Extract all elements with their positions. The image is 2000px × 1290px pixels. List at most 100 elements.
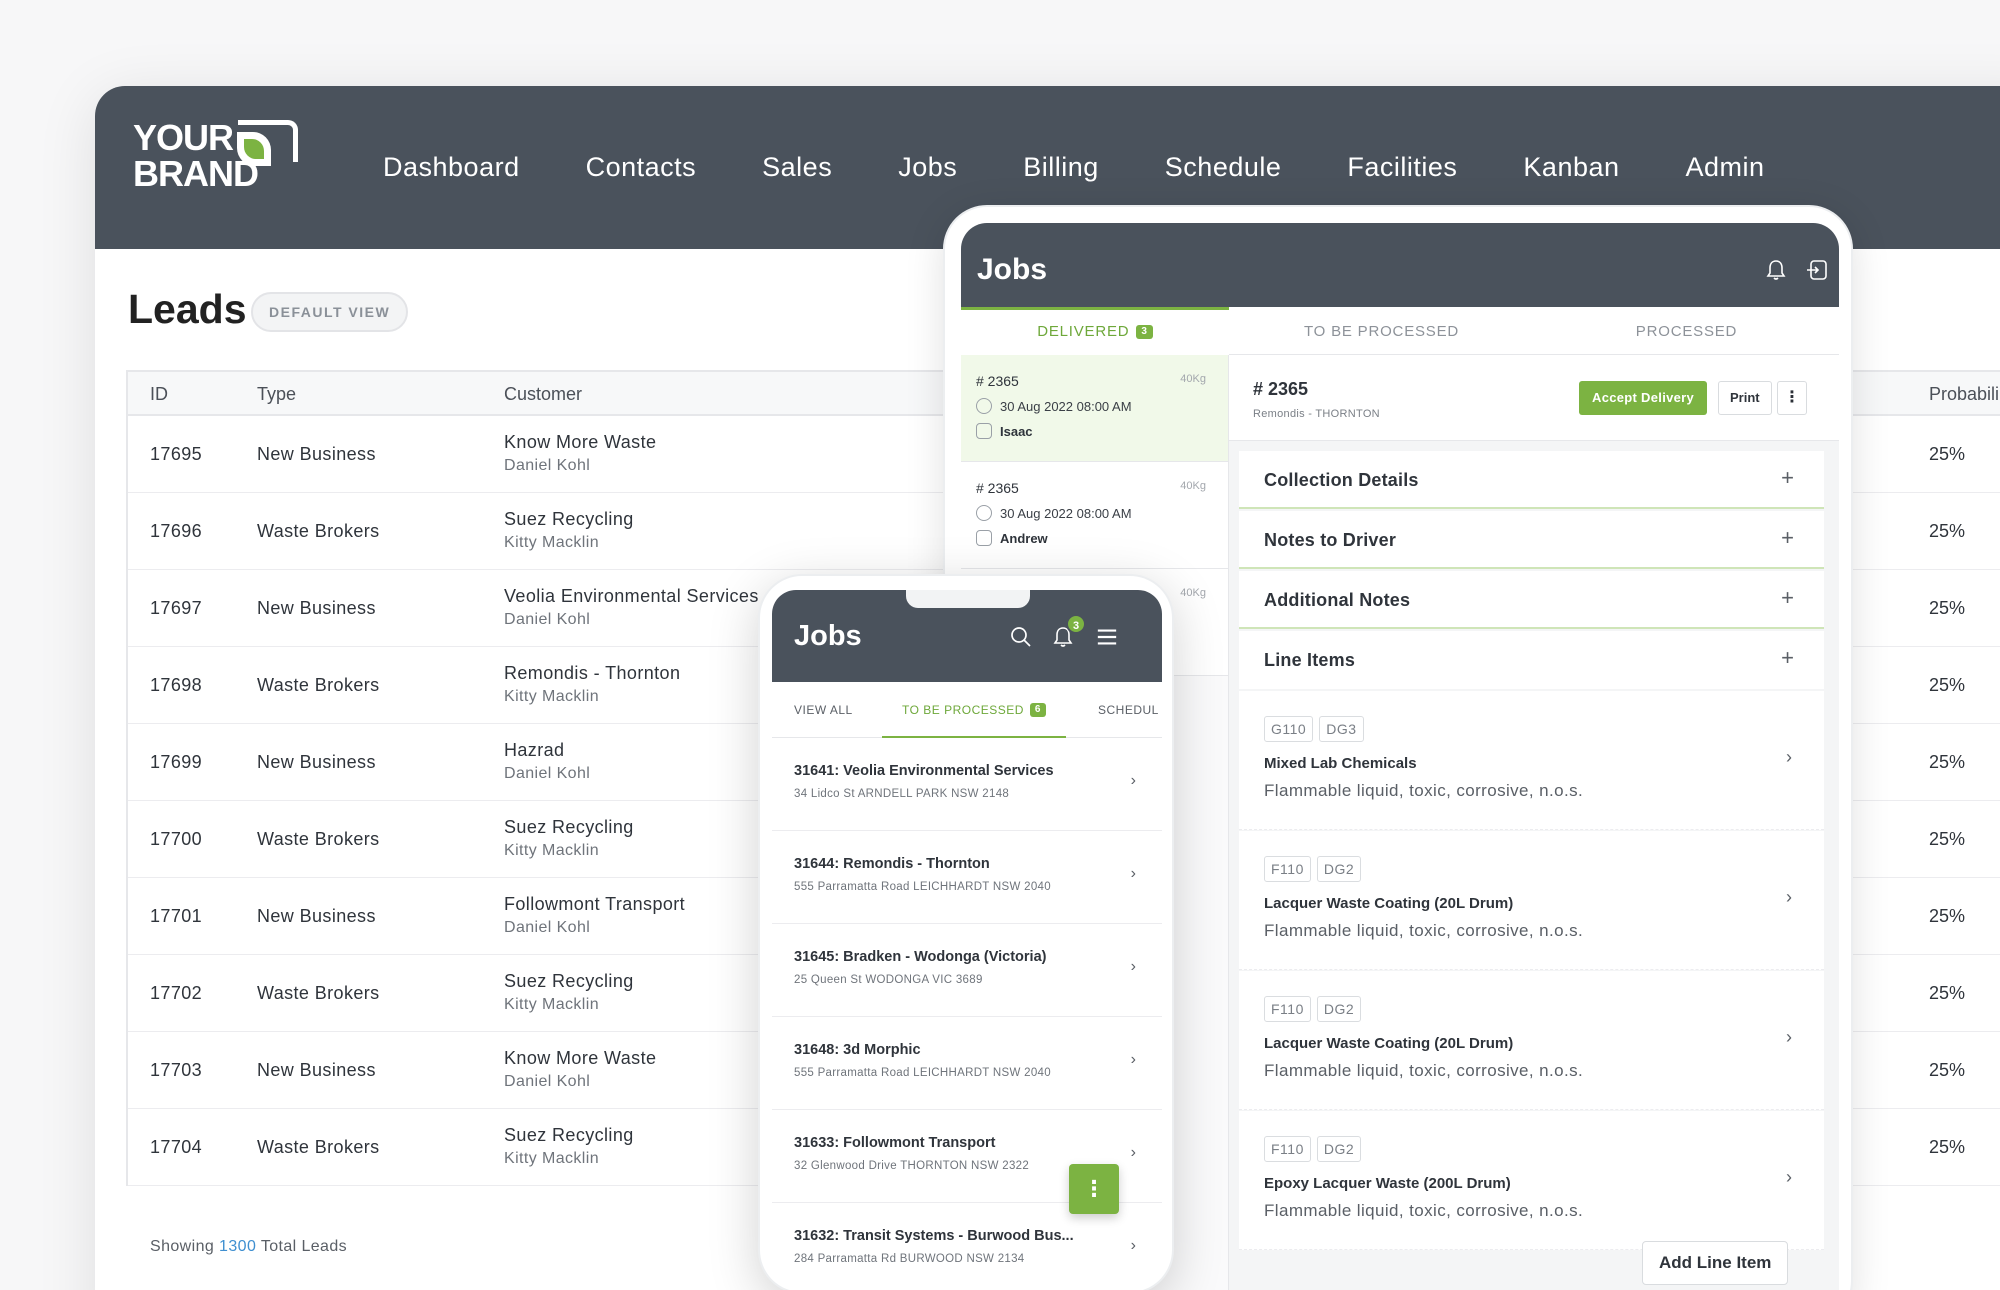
lead-customer-cell: Suez Recycling Kitty Macklin [504, 970, 634, 1016]
bell-icon[interactable] [1766, 259, 1786, 281]
expand-plus-icon[interactable]: + [1781, 585, 1794, 611]
section-line-items[interactable]: Line Items + [1239, 631, 1824, 689]
lead-probability: 25% [1929, 752, 1966, 772]
dg-class-tag: DG2 [1316, 996, 1362, 1022]
add-line-item-button[interactable]: Add Line Item [1642, 1241, 1789, 1285]
lead-customer-name[interactable]: Know More Waste [504, 431, 656, 454]
lead-id: 17698 [150, 675, 203, 695]
section-collection-details[interactable]: Collection Details + [1239, 451, 1824, 509]
floating-action-button[interactable]: ⋮ [1069, 1164, 1119, 1214]
lead-customer-name[interactable]: Hazrad [504, 739, 590, 762]
lead-contact-name: Daniel Kohl [504, 611, 591, 628]
lead-probability: 25% [1929, 1137, 1966, 1157]
chevron-right-icon: › [1786, 1167, 1792, 1187]
tab-schedule[interactable]: SCHEDUL [1098, 682, 1159, 738]
job-list-item[interactable]: 31645: Bradken - Wodonga (Victoria) 25 Qu… [772, 924, 1162, 1017]
phone-notch [906, 590, 1030, 608]
delivery-list-item[interactable]: # 2365 40Kg 30 Aug 2022 08:00 AM Isaac [961, 355, 1228, 462]
tab-delivered[interactable]: DELIVERED 3 [961, 307, 1229, 355]
delivery-detail-panel: # 2365 Remondis - THORNTON Accept Delive… [1229, 355, 1839, 1290]
lead-probability: 25% [1929, 444, 1966, 464]
lead-probability: 25% [1929, 521, 1966, 541]
nav-kanban[interactable]: Kanban [1523, 152, 1619, 183]
section-label: Additional Notes [1264, 590, 1411, 610]
job-list-item[interactable]: 31641: Veolia Environmental Services 34 L… [772, 738, 1162, 831]
job-title: 31648: 3d Morphic [794, 1042, 921, 1058]
column-header-probability[interactable]: Probabili [1929, 384, 1999, 405]
nav-sales[interactable]: Sales [762, 152, 832, 183]
lead-customer-name[interactable]: Followmont Transport [504, 893, 685, 916]
brand-logo[interactable]: YOUR BRAND [133, 120, 303, 220]
expand-plus-icon[interactable]: + [1781, 645, 1794, 671]
phone-screen: Jobs 3 VIEW ALL TO BE PROCESSED 6 SCHEDU… [772, 590, 1162, 1280]
nav-schedule[interactable]: Schedule [1165, 152, 1282, 183]
dg-class-tag: DG2 [1316, 856, 1362, 882]
tab-processed[interactable]: PROCESSED [1534, 307, 1839, 355]
lead-type: Waste Brokers [257, 675, 380, 695]
column-header-id[interactable]: ID [150, 384, 168, 405]
logout-icon[interactable] [1806, 259, 1828, 281]
nav-billing[interactable]: Billing [1023, 152, 1099, 183]
tablet-title: Jobs [977, 253, 1048, 286]
tab-to-be-processed-count: 6 [1029, 703, 1046, 717]
column-header-type[interactable]: Type [257, 384, 296, 405]
tab-to-be-processed-label: TO BE PROCESSED [902, 703, 1024, 717]
line-item-tags: F110 DG2 [1264, 856, 1362, 882]
line-item[interactable]: F110 DG2 Lacquer Waste Coating (20L Drum… [1239, 971, 1824, 1110]
lead-customer-name[interactable]: Suez Recycling [504, 508, 634, 531]
lead-contact-name: Kitty Macklin [504, 1150, 599, 1167]
line-item-name: Epoxy Lacquer Waste (200L Drum) [1264, 1175, 1511, 1192]
accept-delivery-button[interactable]: Accept Delivery [1579, 381, 1708, 415]
job-list-item[interactable]: 31632: Transit Systems - Burwood Bus... 2… [772, 1203, 1162, 1280]
lead-customer-name[interactable]: Suez Recycling [504, 816, 634, 839]
nav-jobs[interactable]: Jobs [898, 152, 957, 183]
total-leads-count[interactable]: 1300 [219, 1238, 256, 1255]
job-list-item[interactable]: 31644: Remondis - Thornton 555 Parramatta… [772, 831, 1162, 924]
lead-customer-name[interactable]: Know More Waste [504, 1047, 656, 1070]
chevron-right-icon: › [1130, 1237, 1136, 1254]
job-title: 31641: Veolia Environmental Services [794, 763, 1054, 779]
brand-wordmark: YOUR BRAND [133, 120, 259, 192]
section-notes-to-driver[interactable]: Notes to Driver + [1239, 511, 1824, 569]
search-icon[interactable] [1010, 626, 1032, 648]
column-header-customer[interactable]: Customer [504, 384, 582, 405]
lead-id: 17703 [150, 1060, 203, 1080]
tablet-tabs: DELIVERED 3 TO BE PROCESSED PROCESSED [961, 307, 1839, 355]
view-selector-badge[interactable]: DEFAULT VIEW [251, 292, 409, 332]
lead-probability: 25% [1929, 598, 1966, 618]
expand-plus-icon[interactable]: + [1781, 525, 1794, 551]
hamburger-menu-icon[interactable] [1096, 626, 1118, 648]
chevron-right-icon: › [1130, 772, 1136, 789]
tab-to-be-processed[interactable]: TO BE PROCESSED [1229, 307, 1534, 355]
tab-to-be-processed[interactable]: TO BE PROCESSED 6 [882, 682, 1066, 738]
nav-contacts[interactable]: Contacts [586, 152, 697, 183]
line-item[interactable]: F110 DG2 Lacquer Waste Coating (20L Drum… [1239, 831, 1824, 970]
tab-view-all[interactable]: VIEW ALL [794, 682, 853, 738]
chevron-right-icon: › [1130, 1144, 1136, 1161]
lead-customer-name[interactable]: Suez Recycling [504, 1124, 634, 1147]
job-title: 31633: Followmont Transport [794, 1135, 996, 1151]
lead-id: 17695 [150, 444, 203, 464]
lead-customer-name[interactable]: Suez Recycling [504, 970, 634, 993]
nav-dashboard[interactable]: Dashboard [383, 152, 520, 183]
nav-facilities[interactable]: Facilities [1347, 152, 1457, 183]
section-additional-notes[interactable]: Additional Notes + [1239, 571, 1824, 629]
lead-contact-name: Kitty Macklin [504, 996, 599, 1013]
lead-customer-name[interactable]: Veolia Environmental Services [504, 585, 759, 608]
delivery-list-item[interactable]: # 2365 40Kg 30 Aug 2022 08:00 AM Andrew [961, 462, 1228, 569]
lead-probability: 25% [1929, 906, 1966, 926]
lead-customer-name[interactable]: Remondis - Thornton [504, 662, 680, 685]
print-button[interactable]: Print [1718, 381, 1772, 415]
lead-customer-cell: Remondis - Thornton Kitty Macklin [504, 662, 680, 708]
expand-plus-icon[interactable]: + [1781, 465, 1794, 491]
lead-type: Waste Brokers [257, 829, 380, 849]
line-item[interactable]: G110 DG3 Mixed Lab Chemicals Flammable l… [1239, 691, 1824, 830]
more-options-icon[interactable]: ⋮ [1777, 381, 1807, 415]
job-list-item[interactable]: 31648: 3d Morphic 555 Parramatta Road LEI… [772, 1017, 1162, 1110]
lead-id: 17697 [150, 598, 203, 618]
delivery-datetime: 30 Aug 2022 08:00 AM [976, 398, 1132, 414]
nav-admin[interactable]: Admin [1686, 152, 1765, 183]
line-item[interactable]: F110 DG2 Epoxy Lacquer Waste (200L Drum)… [1239, 1111, 1824, 1250]
chevron-right-icon: › [1130, 865, 1136, 882]
clock-icon [976, 398, 992, 414]
